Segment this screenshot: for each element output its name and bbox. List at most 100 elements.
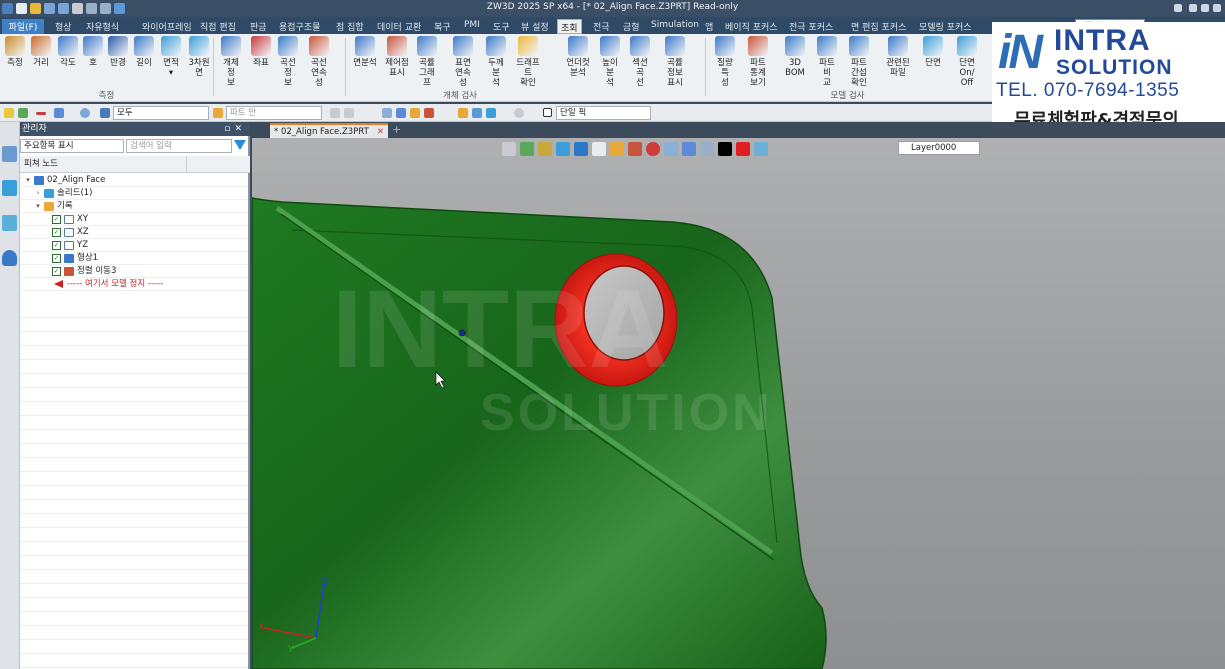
close-window-icon[interactable] <box>1213 4 1221 12</box>
filter-combo[interactable]: 모두 <box>113 106 209 120</box>
help-icon[interactable] <box>1174 4 1182 12</box>
tree-row[interactable]: ✓ XZ <box>20 226 248 239</box>
layer-combo[interactable]: Layer0000 <box>898 141 980 155</box>
column-divider[interactable] <box>186 156 187 173</box>
filter-icon[interactable] <box>54 108 64 118</box>
close-icon[interactable]: ✕ <box>234 124 246 134</box>
color-red-icon[interactable] <box>736 142 750 156</box>
cube-front-icon[interactable] <box>610 142 624 156</box>
cube-view-icon[interactable] <box>574 142 588 156</box>
visibility-checkbox[interactable]: ✓ <box>52 254 61 263</box>
ribbon-button-26[interactable]: 파트 간섭 확인 <box>846 36 872 88</box>
face-filter-icon[interactable] <box>382 108 392 118</box>
ribbon-button-24[interactable]: 3D BOM <box>782 36 808 78</box>
target-icon[interactable] <box>80 108 90 118</box>
ribbon-button-14[interactable]: 곡률 그래 프 <box>414 36 440 88</box>
tab-0[interactable]: 파일(F) <box>2 19 44 34</box>
visibility-checkbox[interactable]: ✓ <box>52 241 61 250</box>
tab-7[interactable]: 점 집합 <box>333 19 367 34</box>
tree-row[interactable]: ----- 여기서 모델 정지 ----- <box>20 278 248 291</box>
tab-3[interactable]: 와이어프레임 <box>139 19 195 34</box>
tab-6[interactable]: 용접구조물 <box>276 19 323 34</box>
tree-row[interactable]: ✓ YZ <box>20 239 248 252</box>
checkbox-icon[interactable] <box>543 108 552 117</box>
ribbon-button-28[interactable]: 단면 <box>920 36 946 68</box>
tree-row[interactable]: ▾ 기록 <box>20 200 248 213</box>
minimize-icon[interactable] <box>1189 4 1197 12</box>
tab-13[interactable]: 조회 <box>557 19 582 34</box>
minus-icon[interactable] <box>36 112 46 115</box>
tree-expand-icon[interactable]: ▾ <box>24 174 32 187</box>
body-filter-icon[interactable] <box>424 108 434 118</box>
ribbon-button-0[interactable]: 측정 <box>2 36 28 68</box>
ribbon-button-18[interactable]: 언더컷 분석 <box>565 36 591 78</box>
shaded-icon[interactable] <box>556 142 570 156</box>
tab-close-icon[interactable]: ✕ <box>377 125 384 139</box>
render-icon[interactable] <box>520 142 534 156</box>
ribbon-button-6[interactable]: 면적 ▾ <box>158 36 184 78</box>
ribbon-button-29[interactable]: 단면 On/ Off <box>954 36 980 88</box>
tab-19[interactable]: 전극 포커스 <box>786 19 836 34</box>
ribbon-button-9[interactable]: 좌표 <box>248 36 274 68</box>
hole-filter-icon[interactable] <box>514 108 524 118</box>
visibility-checkbox[interactable]: ✓ <box>52 267 61 276</box>
sketch-filter-icon[interactable] <box>472 108 482 118</box>
tree-row[interactable]: ▾ 02_Align Face <box>20 174 248 187</box>
feature-filter-icon[interactable] <box>458 108 468 118</box>
visibility-checkbox[interactable]: ✓ <box>52 228 61 237</box>
pick-icon[interactable] <box>18 108 28 118</box>
tree-row[interactable]: ✓ 형상1 <box>20 252 248 265</box>
tab-17[interactable]: 앱 <box>702 19 716 34</box>
tree-row[interactable]: › 솔리드(1) <box>20 187 248 200</box>
tab-18[interactable]: 베이직 포커스 <box>722 19 781 34</box>
tab-20[interactable]: 면 편집 포커스 <box>848 19 909 34</box>
wireframe-icon[interactable] <box>538 142 552 156</box>
document-tab[interactable]: * 02_Align Face.Z3PRT ✕ <box>270 123 388 138</box>
tab-16[interactable]: Simulation <box>648 19 702 34</box>
ribbon-button-25[interactable]: 파트 비 교 <box>814 36 840 88</box>
pick-type-combo[interactable]: 단일 픽 <box>556 106 651 120</box>
ribbon-button-4[interactable]: 반경 <box>105 36 131 68</box>
tab-21[interactable]: 모델링 포커스 <box>916 19 975 34</box>
section-view-icon[interactable] <box>664 142 678 156</box>
ribbon-button-12[interactable]: 면분석 <box>352 36 378 68</box>
ribbon-button-8[interactable]: 개체 정 보 <box>218 36 244 88</box>
restore-icon[interactable] <box>1201 4 1209 12</box>
tab-1[interactable]: 형상 <box>52 19 75 34</box>
tab-14[interactable]: 전극 <box>590 19 613 34</box>
ribbon-button-16[interactable]: 두께 분 석 <box>483 36 509 88</box>
tab-12[interactable]: 뷰 설정 <box>518 19 552 34</box>
user-tab-icon[interactable] <box>2 250 17 266</box>
tab-4[interactable]: 직접 편집 <box>197 19 239 34</box>
ribbon-button-23[interactable]: 파트 통계 보기 <box>745 36 771 88</box>
filter-funnel-icon[interactable] <box>234 140 246 150</box>
tab-10[interactable]: PMI <box>461 19 483 34</box>
tree-search-input[interactable]: 검색어 입력 <box>126 139 232 153</box>
tab-2[interactable]: 자유형식 <box>83 19 122 34</box>
ribbon-button-7[interactable]: 3차원 면 <box>186 36 212 78</box>
edge-filter-icon[interactable] <box>396 108 406 118</box>
pick-mode-icon[interactable] <box>330 108 340 118</box>
ribbon-button-11[interactable]: 곡선 연속 성 <box>306 36 332 88</box>
zoom-fit-icon[interactable] <box>628 142 642 156</box>
select-icon[interactable] <box>4 108 14 118</box>
ribbon-button-10[interactable]: 곡선 정 보 <box>275 36 301 88</box>
part-filter-combo[interactable]: 파트 만 <box>226 106 322 120</box>
tab-15[interactable]: 금형 <box>620 19 643 34</box>
tree-row[interactable]: ✓ XY <box>20 213 248 226</box>
tab-8[interactable]: 데이터 교환 <box>374 19 424 34</box>
part-filter-icon[interactable] <box>213 108 223 118</box>
tree-expand-icon[interactable]: ▾ <box>34 200 42 213</box>
measure-view-icon[interactable] <box>682 142 696 156</box>
ribbon-button-27[interactable]: 관련된 파일 <box>885 36 911 78</box>
ribbon-button-3[interactable]: 호 <box>80 36 106 68</box>
layer-icon[interactable] <box>754 142 768 156</box>
ribbon-button-15[interactable]: 표면 연속 성 <box>450 36 476 88</box>
visibility-checkbox[interactable]: ✓ <box>52 215 61 224</box>
cube-iso-icon[interactable] <box>592 142 606 156</box>
manager-tab-icon[interactable] <box>2 146 17 162</box>
display-mode-combo[interactable]: 주요항목 표시 <box>20 139 124 153</box>
grid-view-icon[interactable] <box>700 142 714 156</box>
tab-5[interactable]: 판금 <box>247 19 270 34</box>
tab-11[interactable]: 도구 <box>490 19 513 34</box>
